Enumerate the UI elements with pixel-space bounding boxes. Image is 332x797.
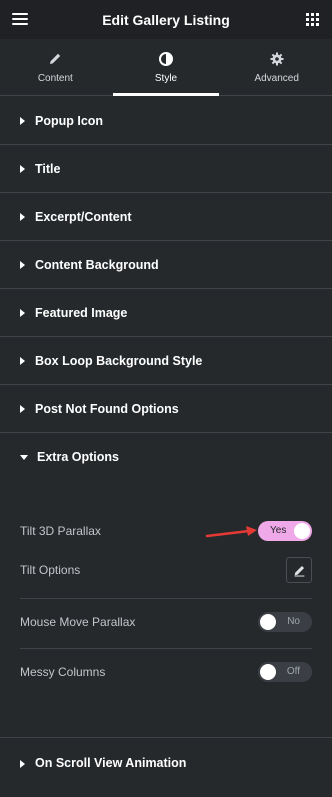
divider: [20, 648, 312, 649]
tab-content-label: Content: [37, 72, 73, 84]
caret-down-icon: [20, 455, 28, 460]
tab-bar: Content Style Advanced: [0, 39, 332, 96]
divider: [20, 598, 312, 599]
tab-content[interactable]: Content: [0, 39, 111, 95]
section-popup-icon[interactable]: Popup Icon: [0, 97, 332, 145]
section-box-loop-background-style[interactable]: Box Loop Background Style: [0, 337, 332, 385]
control-tilt-options: Tilt Options: [20, 557, 312, 583]
extra-options-panel: Tilt 3D Parallax Yes Tilt Options Mouse …: [0, 505, 332, 738]
section-label: Box Loop Background Style: [35, 353, 203, 368]
tab-style-label: Style: [154, 72, 178, 84]
caret-right-icon: [20, 261, 25, 269]
caret-right-icon: [20, 405, 25, 413]
toggle-label: Yes: [270, 525, 287, 536]
caret-right-icon: [20, 165, 25, 173]
gear-icon: [270, 52, 284, 65]
mouse-move-parallax-toggle[interactable]: No: [258, 612, 312, 632]
caret-right-icon: [20, 759, 25, 768]
section-label: Extra Options: [37, 450, 119, 464]
annotation-arrow-icon: [205, 526, 257, 538]
tilt-3d-parallax-toggle[interactable]: Yes: [258, 521, 312, 541]
tilt-options-edit-button[interactable]: [286, 557, 312, 583]
control-mouse-move-parallax: Mouse Move Parallax No: [20, 612, 312, 632]
tab-advanced-label: Advanced: [254, 72, 299, 84]
hamburger-icon[interactable]: [12, 13, 28, 25]
control-label: Messy Columns: [20, 665, 106, 679]
section-label: On Scroll View Animation: [35, 756, 187, 770]
section-label: Featured Image: [35, 305, 128, 320]
section-featured-image[interactable]: Featured Image: [0, 289, 332, 337]
toggle-knob: [260, 614, 276, 630]
section-excerpt-content[interactable]: Excerpt/Content: [0, 193, 332, 241]
control-tilt-3d-parallax: Tilt 3D Parallax Yes: [20, 521, 312, 541]
panel-header: Edit Gallery Listing: [0, 0, 332, 39]
messy-columns-toggle[interactable]: Off: [258, 662, 312, 682]
toggle-knob: [294, 523, 310, 539]
section-post-not-found-options[interactable]: Post Not Found Options: [0, 385, 332, 433]
section-label: Post Not Found Options: [35, 401, 179, 416]
caret-right-icon: [20, 357, 25, 365]
grid-icon[interactable]: [306, 13, 319, 26]
section-label: Excerpt/Content: [35, 209, 132, 224]
control-label: Tilt Options: [20, 563, 81, 577]
style-sections: Popup Icon Title Excerpt/Content Content…: [0, 97, 332, 481]
toggle-knob: [260, 664, 276, 680]
section-label: Popup Icon: [35, 113, 104, 128]
caret-right-icon: [20, 213, 25, 221]
contrast-icon: [159, 51, 173, 66]
section-title[interactable]: Title: [0, 145, 332, 193]
caret-right-icon: [20, 117, 25, 125]
tab-style[interactable]: Style: [111, 39, 222, 96]
caret-right-icon: [20, 309, 25, 317]
control-label: Mouse Move Parallax: [20, 615, 136, 629]
control-label: Tilt 3D Parallax: [20, 524, 101, 538]
section-on-scroll-view-animation[interactable]: On Scroll View Animation: [0, 739, 332, 787]
panel-title: Edit Gallery Listing: [102, 11, 230, 28]
section-label: Content Background: [35, 257, 159, 272]
pencil-icon: [50, 53, 61, 64]
section-extra-options[interactable]: Extra Options: [0, 433, 332, 481]
section-content-background[interactable]: Content Background: [0, 241, 332, 289]
pencil-icon: [294, 565, 304, 577]
section-on-scroll-view-animation-wrap: On Scroll View Animation: [0, 739, 332, 787]
toggle-label: No: [287, 616, 300, 627]
toggle-label: Off: [286, 666, 300, 677]
control-messy-columns: Messy Columns Off: [20, 662, 312, 682]
section-label: Title: [35, 161, 61, 176]
tab-advanced[interactable]: Advanced: [221, 39, 332, 95]
